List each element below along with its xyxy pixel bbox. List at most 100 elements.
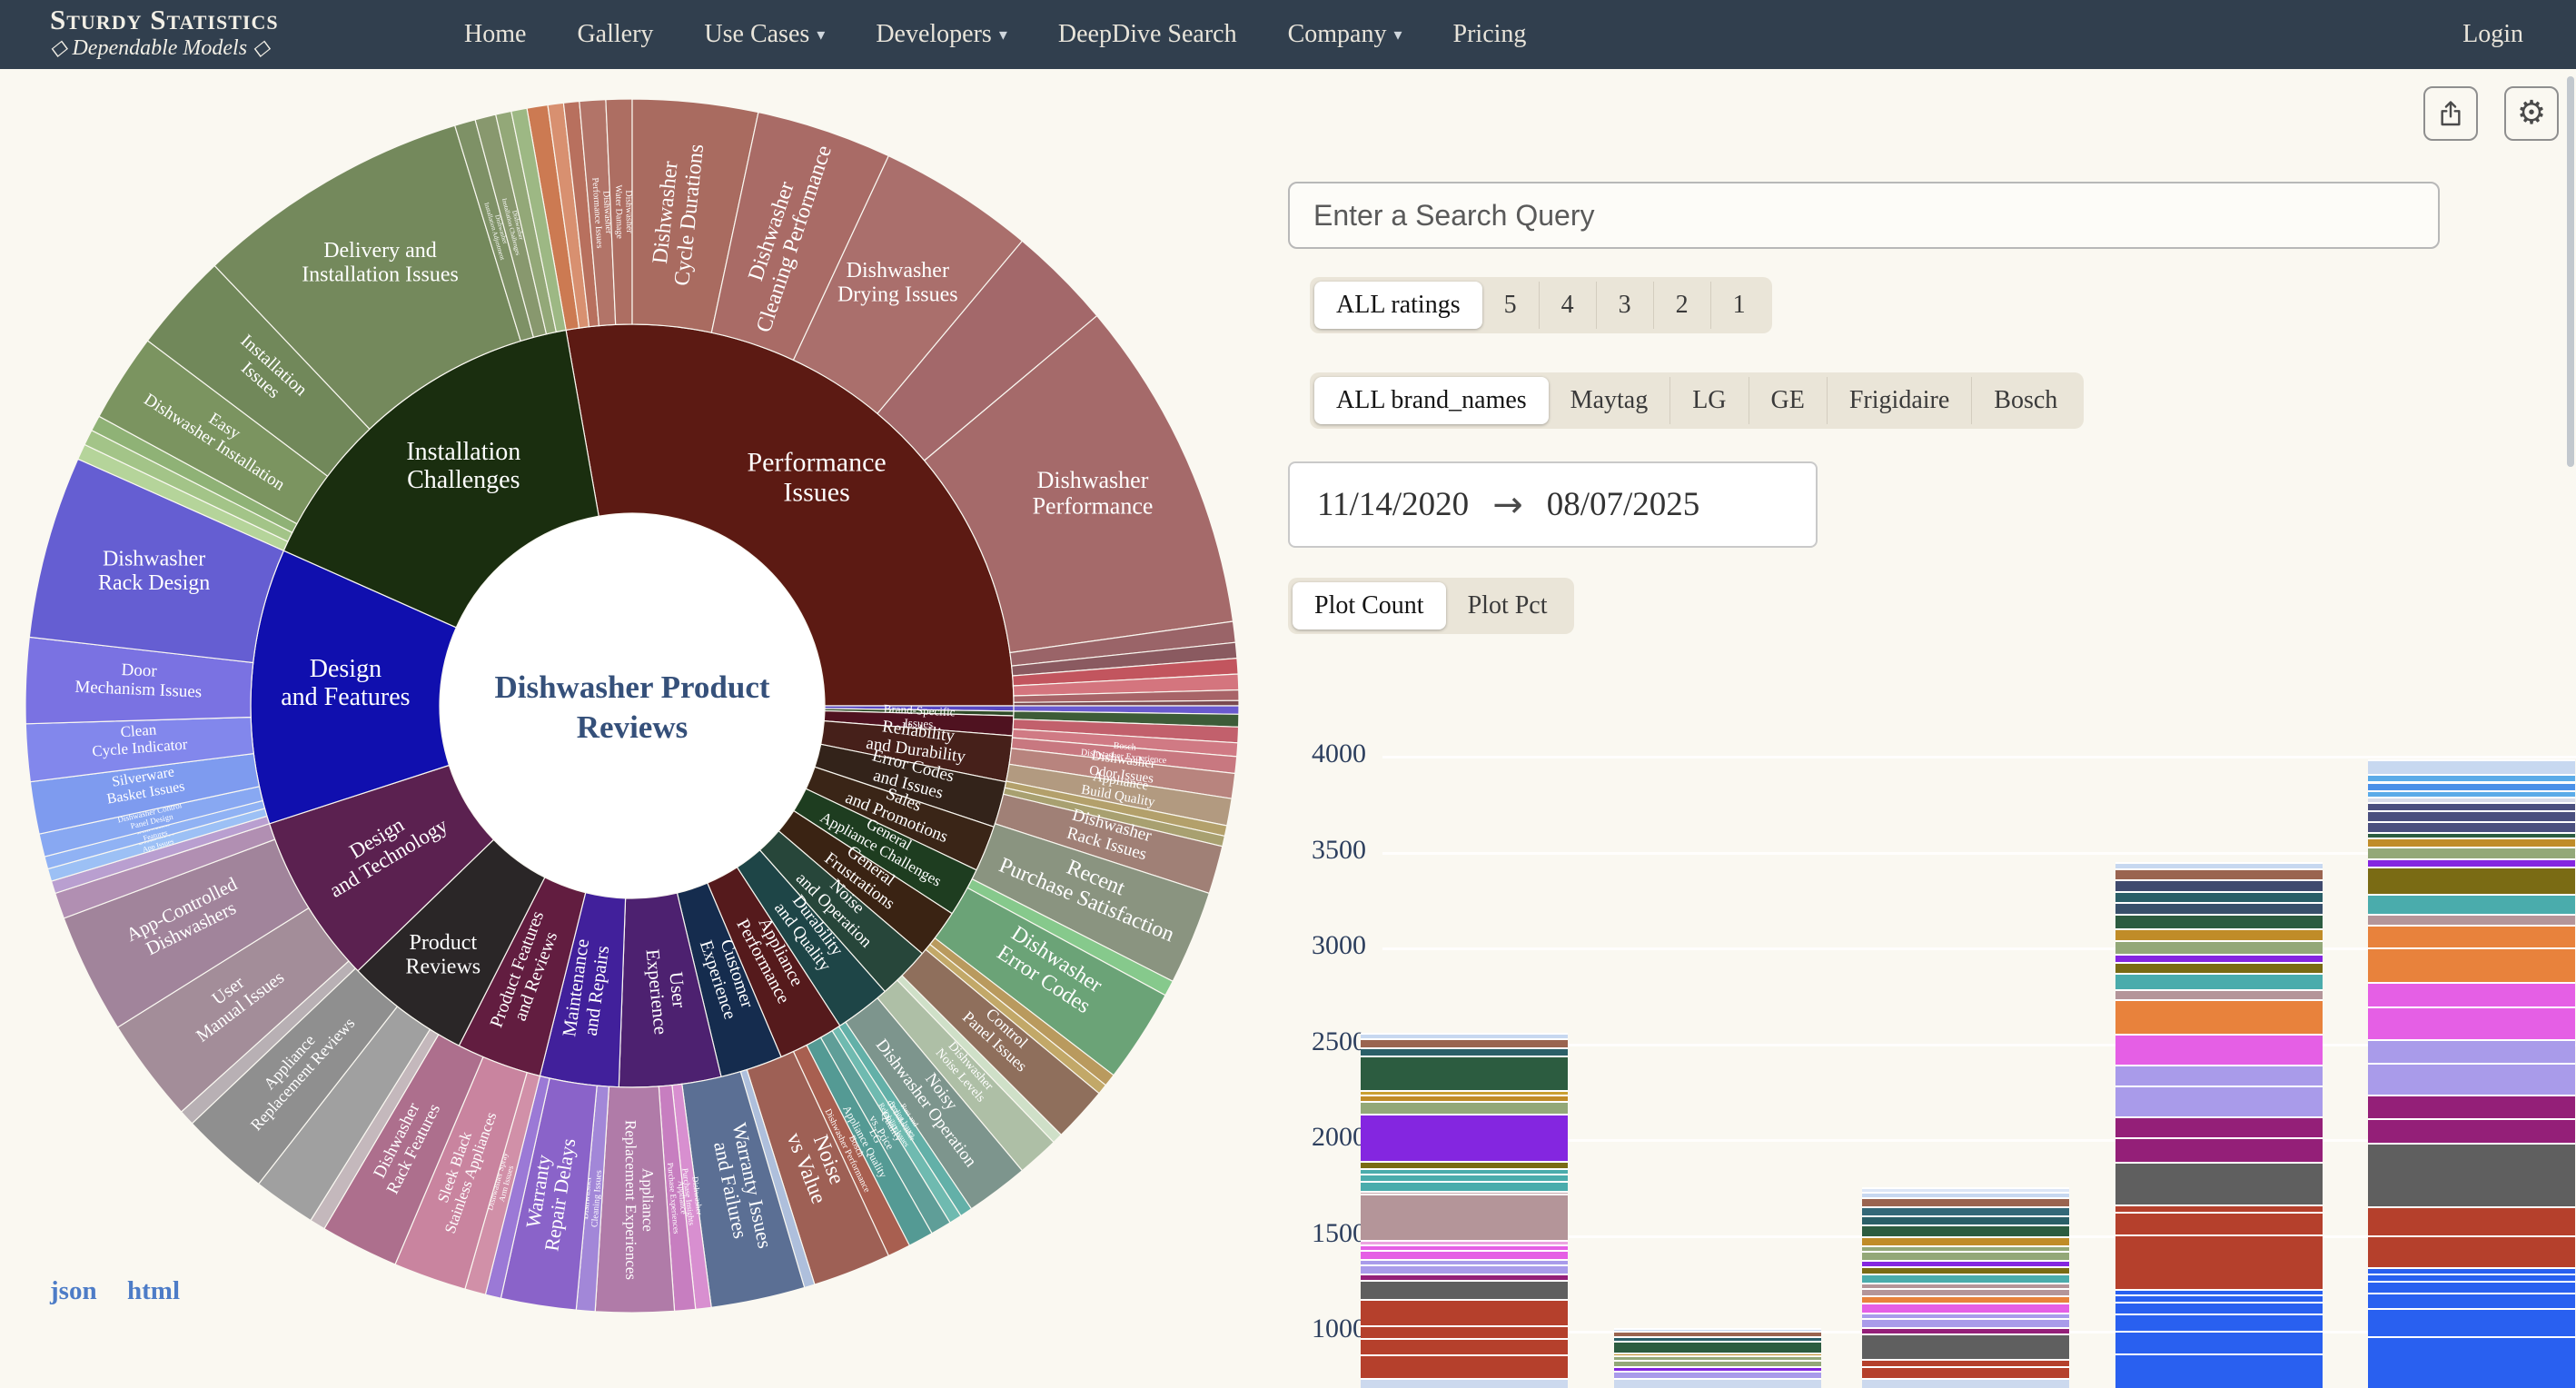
ratings-option-2[interactable]: 2	[1653, 282, 1710, 329]
share-button[interactable]	[2423, 86, 2478, 141]
bar-segment	[1862, 1314, 2069, 1318]
plot-option-plot-pct[interactable]: Plot Pct	[1446, 582, 1570, 630]
bar-segment	[2368, 776, 2575, 781]
chevron-down-icon: ▾	[817, 25, 825, 45]
bar-segment	[1361, 1175, 1568, 1181]
chevron-down-icon: ▾	[1393, 25, 1402, 45]
brand-logo: Sturdy Statistics ◇ Dependable Models ◇	[50, 5, 279, 60]
page-scrollbar	[2567, 73, 2574, 1375]
date-start[interactable]: 11/14/2020	[1317, 485, 1469, 524]
bar-segment	[2115, 1164, 2323, 1204]
date-end[interactable]: 08/07/2025	[1547, 485, 1700, 524]
bar-segment	[1361, 1380, 1568, 1388]
bar-segment	[2115, 930, 2323, 940]
brand-subtitle: ◇ Dependable Models ◇	[50, 37, 279, 60]
brands-option-all-brand-names[interactable]: ALL brand_names	[1314, 377, 1549, 424]
bar-segment	[2368, 1008, 2575, 1039]
bar-segment	[2368, 860, 2575, 867]
bar-segment	[1361, 1261, 1568, 1264]
brand-title: Sturdy Statistics	[50, 5, 279, 35]
bar-segment	[1614, 1373, 1821, 1377]
bar-segment	[1361, 1266, 1568, 1273]
bar-segment	[2368, 1237, 2575, 1268]
stacked-bar-4	[2115, 862, 2323, 1388]
brands-option-frigidaire[interactable]: Frigidaire	[1827, 377, 1971, 424]
bar-segment	[2115, 864, 2323, 869]
share-icon	[2436, 99, 2465, 128]
plot-mode-toggle: Plot CountPlot Pct	[1288, 578, 1574, 634]
stacked-bar-3	[1862, 1187, 2069, 1388]
bar-segment	[2115, 1206, 2323, 1212]
nav-item-home[interactable]: Home	[459, 19, 531, 50]
bar-segment	[2115, 870, 2323, 879]
settings-button[interactable]: ⚙	[2504, 86, 2559, 141]
ratings-option-1[interactable]: 1	[1710, 282, 1768, 329]
bar-segment	[1361, 1049, 1568, 1056]
bar-segment	[2115, 975, 2323, 989]
bar-segment	[1862, 1361, 2069, 1366]
bar-segment	[1614, 1330, 1821, 1332]
ratings-filter: ALL ratings54321	[1310, 277, 1772, 333]
bar-segment	[1361, 1170, 1568, 1174]
bar-segment	[2368, 916, 2575, 925]
bar-segment	[1862, 1217, 2069, 1225]
bar-segment	[1862, 1335, 2069, 1358]
bar-segment	[1862, 1199, 2069, 1206]
bar-segment	[1361, 1356, 1568, 1377]
bar-segment	[1361, 1193, 1568, 1195]
nav-item-company[interactable]: Company▾	[1283, 19, 1408, 50]
bar-segment	[1862, 1262, 2069, 1266]
bar-segment	[1862, 1297, 2069, 1303]
top-nav-bar: Sturdy Statistics ◇ Dependable Models ◇ …	[0, 0, 2576, 69]
bar-segment	[1862, 1189, 2069, 1192]
bar-segment	[2368, 1096, 2575, 1117]
bar-segment	[2115, 1304, 2323, 1314]
bar-segment	[1361, 1115, 1568, 1162]
bar-segment	[1862, 1304, 2069, 1312]
bar-segment	[1361, 1183, 1568, 1191]
stacked-bar-2	[1614, 1328, 1821, 1388]
scrollbar-thumb[interactable]	[2567, 76, 2574, 467]
nav-menu: Home Gallery Use Cases▾ Developers▾ DeepDive…	[459, 0, 1531, 69]
nav-item-gallery[interactable]: Gallery	[571, 19, 659, 50]
bar-segment	[2368, 1145, 2575, 1206]
bar-segment	[2115, 916, 2323, 928]
bar-segment	[1614, 1357, 1821, 1359]
ratings-option-5[interactable]: 5	[1482, 282, 1539, 329]
nav-item-pricing[interactable]: Pricing	[1448, 19, 1532, 50]
bar-segment	[1614, 1380, 1821, 1388]
bar-segment	[1862, 1208, 2069, 1214]
sunburst-label-dishwasher-drying-issues: DishwasherDrying Issues	[837, 259, 958, 306]
bar-segment	[1862, 1275, 2069, 1283]
bar-segment	[2368, 839, 2575, 848]
bar-segment	[2115, 893, 2323, 903]
ratings-option-3[interactable]: 3	[1596, 282, 1653, 329]
brands-option-bosch[interactable]: Bosch	[1971, 377, 2079, 424]
nav-item-deepdive-search[interactable]: DeepDive Search	[1053, 19, 1243, 50]
ratings-option-all-ratings[interactable]: ALL ratings	[1314, 282, 1482, 329]
nav-item-developers[interactable]: Developers▾	[870, 19, 1013, 50]
bar-segment	[1614, 1362, 1821, 1366]
bar-segment	[2368, 848, 2575, 858]
bar-segment	[2368, 804, 2575, 810]
bar-segment	[2368, 1269, 2575, 1273]
search-input[interactable]	[1288, 182, 2440, 249]
bar-segment	[2368, 1338, 2575, 1388]
bar-segment	[2368, 984, 2575, 1006]
bar-segment	[1862, 1290, 2069, 1295]
brands-option-maytag[interactable]: Maytag	[1549, 377, 1670, 424]
brands-filter: ALL brand_namesMaytagLGGEFrigidaireBosch	[1310, 372, 2084, 429]
bar-segment	[1361, 1282, 1568, 1299]
plot-option-plot-count[interactable]: Plot Count	[1293, 582, 1446, 630]
bar-segment	[2115, 1087, 2323, 1116]
brands-option-lg[interactable]: LG	[1669, 377, 1748, 424]
date-range-picker[interactable]: 11/14/2020 → 08/07/2025	[1288, 461, 1818, 548]
bar-segment	[2115, 1333, 2323, 1353]
brands-option-ge[interactable]: GE	[1749, 377, 1827, 424]
bar-segment	[1361, 1242, 1568, 1244]
nav-item-use-cases[interactable]: Use Cases▾	[698, 19, 830, 50]
bar-segment	[2115, 1066, 2323, 1086]
bar-segment	[1862, 1284, 2069, 1288]
login-link[interactable]: Login	[2462, 0, 2523, 69]
ratings-option-4[interactable]: 4	[1539, 282, 1596, 329]
